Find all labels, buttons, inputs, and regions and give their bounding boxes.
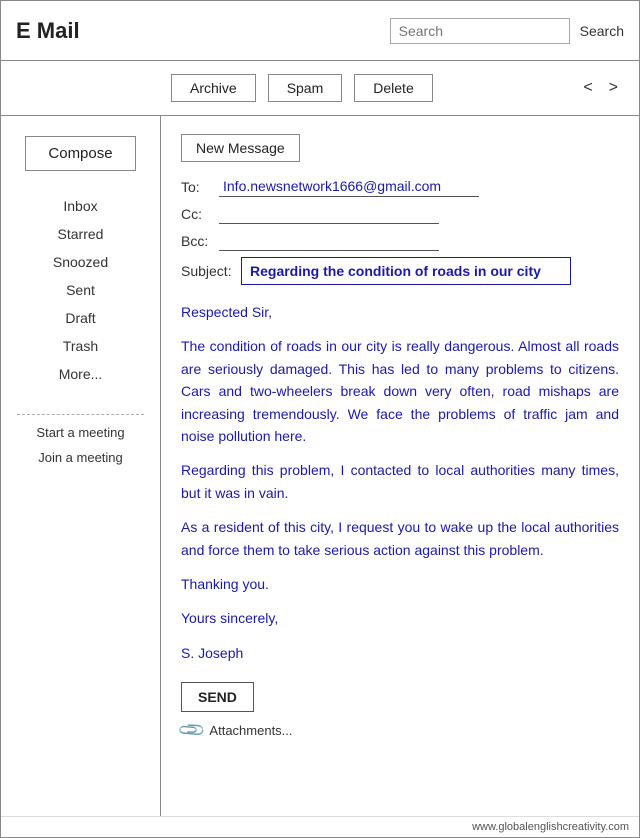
sidebar-nav: Inbox Starred Snoozed Sent Draft Trash M…	[1, 196, 160, 384]
start-meeting-item[interactable]: Start a meeting	[36, 425, 124, 440]
paperclip-icon: 📎	[177, 715, 208, 746]
join-meeting-item[interactable]: Join a meeting	[38, 450, 123, 465]
footer-text: www.globalenglishcreativity.com	[472, 821, 629, 833]
cc-field[interactable]	[219, 203, 439, 224]
bcc-label: Bcc:	[181, 233, 219, 249]
search-label: Search	[580, 23, 624, 39]
body-paragraph1: The condition of roads in our city is re…	[181, 335, 619, 447]
header-right: Search	[176, 18, 624, 44]
send-button[interactable]: SEND	[181, 682, 254, 712]
attachments-row: 📎 Attachments...	[181, 720, 619, 741]
body-name: S. Joseph	[181, 642, 619, 664]
to-row: To:	[181, 176, 619, 197]
sidebar-item-sent[interactable]: Sent	[66, 280, 95, 300]
send-section: SEND 📎 Attachments...	[181, 682, 619, 741]
archive-button[interactable]: Archive	[171, 74, 256, 102]
next-button[interactable]: >	[603, 77, 624, 99]
body-paragraph2: Regarding this problem, I contacted to l…	[181, 459, 619, 504]
content-area: New Message To: Cc: Bcc: Subject:	[161, 116, 639, 816]
subject-field[interactable]	[241, 257, 571, 285]
to-label: To:	[181, 179, 219, 195]
sidebar-item-inbox[interactable]: Inbox	[63, 196, 97, 216]
sidebar-meeting: Start a meeting Join a meeting	[36, 425, 124, 465]
bcc-field[interactable]	[219, 230, 439, 251]
toolbar: Archive Spam Delete < >	[1, 61, 639, 116]
email-body: Respected Sir, The condition of roads in…	[181, 301, 619, 664]
subject-label: Subject:	[181, 263, 241, 279]
body-thanking: Thanking you.	[181, 573, 619, 595]
body-greeting: Respected Sir,	[181, 301, 619, 323]
sidebar-item-starred[interactable]: Starred	[58, 224, 104, 244]
sidebar-item-more[interactable]: More...	[59, 364, 103, 384]
cc-label: Cc:	[181, 206, 219, 222]
sidebar-item-snoozed[interactable]: Snoozed	[53, 252, 108, 272]
compose-button[interactable]: Compose	[25, 136, 135, 171]
pagination-nav: < >	[577, 77, 624, 99]
email-form: To: Cc: Bcc: Subject: Respected Sir,	[181, 176, 619, 741]
cc-row: Cc:	[181, 203, 619, 224]
sidebar-divider	[17, 414, 144, 415]
main-layout: Compose Inbox Starred Snoozed Sent Draft…	[1, 116, 639, 816]
spam-button[interactable]: Spam	[268, 74, 343, 102]
subject-row: Subject:	[181, 257, 619, 285]
prev-button[interactable]: <	[577, 77, 598, 99]
sidebar: Compose Inbox Starred Snoozed Sent Draft…	[1, 116, 161, 816]
body-paragraph3: As a resident of this city, I request yo…	[181, 516, 619, 561]
attachments-label[interactable]: Attachments...	[209, 723, 292, 738]
footer: www.globalenglishcreativity.com	[1, 816, 639, 837]
bcc-row: Bcc:	[181, 230, 619, 251]
to-field[interactable]	[219, 176, 479, 197]
app-title: E Mail	[16, 18, 176, 44]
header: E Mail Search	[1, 1, 639, 61]
body-yours: Yours sincerely,	[181, 607, 619, 629]
sidebar-item-draft[interactable]: Draft	[65, 308, 95, 328]
sidebar-item-trash[interactable]: Trash	[63, 336, 98, 356]
delete-button[interactable]: Delete	[354, 74, 432, 102]
new-message-button[interactable]: New Message	[181, 134, 300, 162]
search-input[interactable]	[390, 18, 570, 44]
